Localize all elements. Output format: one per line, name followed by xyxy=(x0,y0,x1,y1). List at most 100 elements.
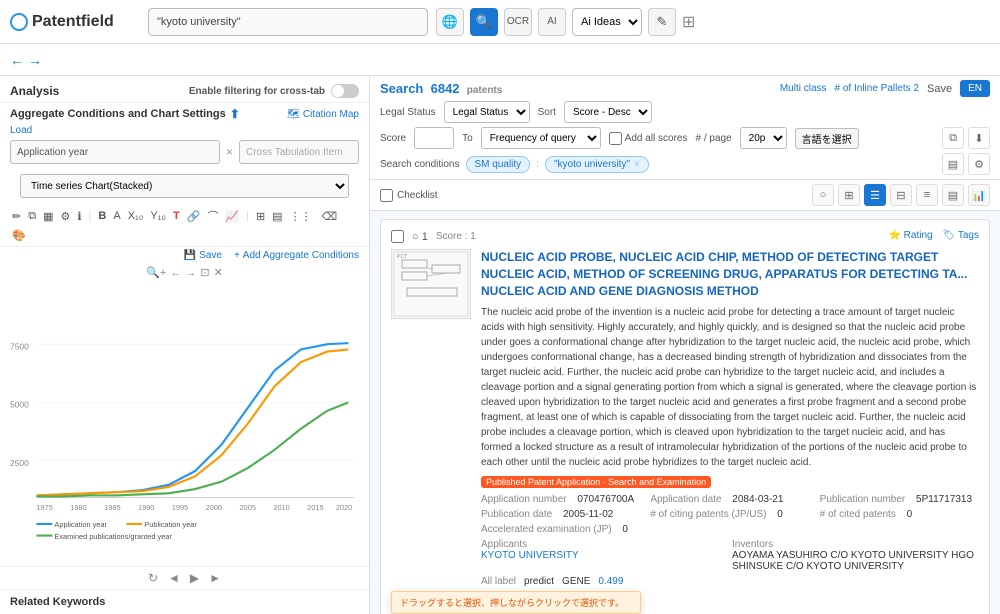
multi-class-link[interactable]: Multi class xyxy=(780,83,827,94)
font-a-icon[interactable]: A xyxy=(111,209,122,223)
analysis-section-title: Analysis Enable filtering for cross-tab xyxy=(10,84,359,98)
copy-icon-btn[interactable]: ⧉ xyxy=(942,127,964,149)
link-icon[interactable]: 🔗 xyxy=(185,209,203,224)
chart-view-btn[interactable]: 📊 xyxy=(968,184,990,206)
prev-chart-btn[interactable]: ◄ xyxy=(168,571,180,585)
select-all-checkbox[interactable] xyxy=(380,189,393,202)
translate-btn[interactable]: 言語を選択 xyxy=(795,128,859,149)
copy-icon[interactable]: ⧉ xyxy=(26,209,38,224)
text2-view-btn[interactable]: ▤ xyxy=(942,184,964,206)
inventors-section: Inventors AOYAMA YASUHIRO C/O KYOTO UNIV… xyxy=(732,539,979,572)
back-arrow[interactable]: ← xyxy=(10,52,24,68)
applicants-inventors: Applicants KYOTO UNIVERSITY Inventors AO… xyxy=(481,539,979,572)
pencil-icon[interactable]: ✏ xyxy=(10,209,23,224)
citation-map-link[interactable]: 🗺 Citation Map xyxy=(287,109,359,120)
pub-number-label: Publication number xyxy=(820,494,906,505)
condition2-remove-btn[interactable]: × xyxy=(634,159,640,170)
enable-filter-toggle[interactable] xyxy=(331,84,359,98)
refresh-chart-btn[interactable]: ↻ xyxy=(148,571,158,585)
gene-value-text: 0.499 xyxy=(598,576,623,587)
globe-btn[interactable]: 🌐 xyxy=(436,8,464,36)
app-number-value: 070476700A xyxy=(577,494,634,505)
export-btn[interactable]: EN xyxy=(960,80,990,97)
pages-select[interactable]: 20p xyxy=(740,127,787,149)
table-icon[interactable]: ▦ xyxy=(41,209,55,224)
svg-text:1980: 1980 xyxy=(70,503,86,512)
citing-label: # of citing patents (JP/US) xyxy=(650,509,766,520)
cross-tabulation-input[interactable]: Cross Tabulation Item xyxy=(239,140,359,164)
zoom-fit-icon[interactable]: ⊡ xyxy=(200,266,209,279)
count-value: 6842 xyxy=(431,81,460,96)
cited-row: # of cited patents 0 xyxy=(820,509,979,520)
play-chart-btn[interactable]: ▶ xyxy=(190,571,199,585)
bar-chart-icon[interactable]: ▤ xyxy=(270,209,284,224)
zoom-in-icon[interactable]: 🔍+ xyxy=(146,266,166,279)
zoom-out-icon[interactable]: ← xyxy=(170,267,181,279)
sort-select[interactable]: Score - Desc xyxy=(564,101,652,123)
application-year-filter[interactable]: Application year xyxy=(10,140,220,164)
download-icon-btn[interactable]: ⬇ xyxy=(968,127,990,149)
add-score-checkbox[interactable]: Add all scores xyxy=(609,132,688,145)
results-count: Search 6842 patents xyxy=(380,81,502,96)
card-view-btn[interactable]: ⊟ xyxy=(890,184,912,206)
search-btn[interactable]: 🔍 xyxy=(470,8,498,36)
right-top-bar: Search 6842 patents Multi class # of Inl… xyxy=(370,76,1000,180)
settings-icon-btn2[interactable]: ⚙ xyxy=(968,153,990,175)
subscript-icon[interactable]: Y₁₀ xyxy=(148,209,168,223)
info-icon[interactable]: ℹ xyxy=(75,209,83,224)
citation-map-text: Citation Map xyxy=(303,109,359,120)
save-results-btn[interactable]: Save xyxy=(927,83,952,95)
right-action-icons: ⧉ ⬇ xyxy=(942,127,990,149)
filter1-clear-btn[interactable]: × xyxy=(226,145,233,159)
aggregate-conditions-title: Aggregate Conditions and Chart Settings … xyxy=(10,107,240,121)
chart-zoom-row: 🔍+ ← → ⊡ ✕ xyxy=(0,264,369,281)
result1-checkbox[interactable] xyxy=(391,230,404,243)
color-fill-icon[interactable]: 🎨 xyxy=(10,228,28,243)
grid-layout-btn[interactable]: ⊞ xyxy=(838,184,860,206)
tags-link[interactable]: 🏷 Tags xyxy=(943,230,979,241)
search-input[interactable] xyxy=(148,8,428,36)
ocr-btn[interactable]: OCR xyxy=(504,8,532,36)
checklist-label: Checklist xyxy=(397,190,438,201)
ai-select[interactable]: Ai Ideas xyxy=(572,8,642,36)
result1-title[interactable]: NUCLEIC ACID PROBE, NUCLEIC ACID CHIP, M… xyxy=(481,249,979,299)
text1-view-btn[interactable]: ≡ xyxy=(916,184,938,206)
result1-score: Score : 1 xyxy=(436,231,476,242)
rating-link[interactable]: ⭐ Rating xyxy=(888,230,932,241)
load-link[interactable]: Load xyxy=(0,125,369,136)
related-keywords-section: Related Keywords xyxy=(0,589,369,614)
grid-view-icon[interactable]: ⊞ xyxy=(682,12,695,32)
result1-text: NUCLEIC ACID PROBE, NUCLEIC ACID CHIP, M… xyxy=(481,249,979,587)
grid-view-icon2[interactable]: ⊞ xyxy=(254,209,267,224)
enable-filter: Enable filtering for cross-tab xyxy=(189,84,359,98)
zoom-reset-icon[interactable]: → xyxy=(185,267,196,279)
freq-select[interactable]: Frequency of query xyxy=(481,127,601,149)
applicants-section: Applicants KYOTO UNIVERSITY xyxy=(481,539,728,572)
text-format-icon[interactable]: T xyxy=(171,209,182,223)
score-from-input[interactable] xyxy=(414,127,454,149)
filter-icon-btn[interactable]: ▤ xyxy=(942,153,964,175)
chart-type-select[interactable]: Time series Chart(Stacked) xyxy=(20,174,349,198)
settings-icon[interactable]: ⚙ xyxy=(58,209,72,224)
curve-icon[interactable]: ⌒ xyxy=(205,207,220,225)
add-aggregate-link[interactable]: + Add Aggregate Conditions xyxy=(234,250,359,261)
ai-btn[interactable]: AI xyxy=(538,8,566,36)
legal-status-select[interactable]: Legal Status xyxy=(444,101,530,123)
annotation-link[interactable]: # of Inline Pallets 2 xyxy=(835,83,920,94)
logo-text: Patentfield xyxy=(32,13,114,31)
bold-icon[interactable]: B xyxy=(96,209,108,223)
zoom-more-icon[interactable]: ✕ xyxy=(214,266,223,279)
circle-view-btn[interactable]: ○ xyxy=(812,184,834,206)
edit-icon-btn[interactable]: ✎ xyxy=(648,8,676,36)
list-view-btn[interactable]: ☰ xyxy=(864,184,886,206)
add-score-cb-input[interactable] xyxy=(609,132,622,145)
eraser-icon[interactable]: ⌫ xyxy=(320,209,340,224)
forward-arrow[interactable]: → xyxy=(28,52,42,68)
scatter-icon[interactable]: ⋮⋮ xyxy=(288,209,314,224)
strikethrough-icon[interactable]: X₁₀ xyxy=(126,209,146,223)
next-chart-btn[interactable]: ► xyxy=(209,571,221,585)
chart-icon[interactable]: 📈 xyxy=(223,209,241,224)
save-chart-link[interactable]: 💾 Save xyxy=(184,250,222,261)
applicants-value[interactable]: KYOTO UNIVERSITY xyxy=(481,550,579,561)
sort-label: Sort xyxy=(538,107,556,118)
